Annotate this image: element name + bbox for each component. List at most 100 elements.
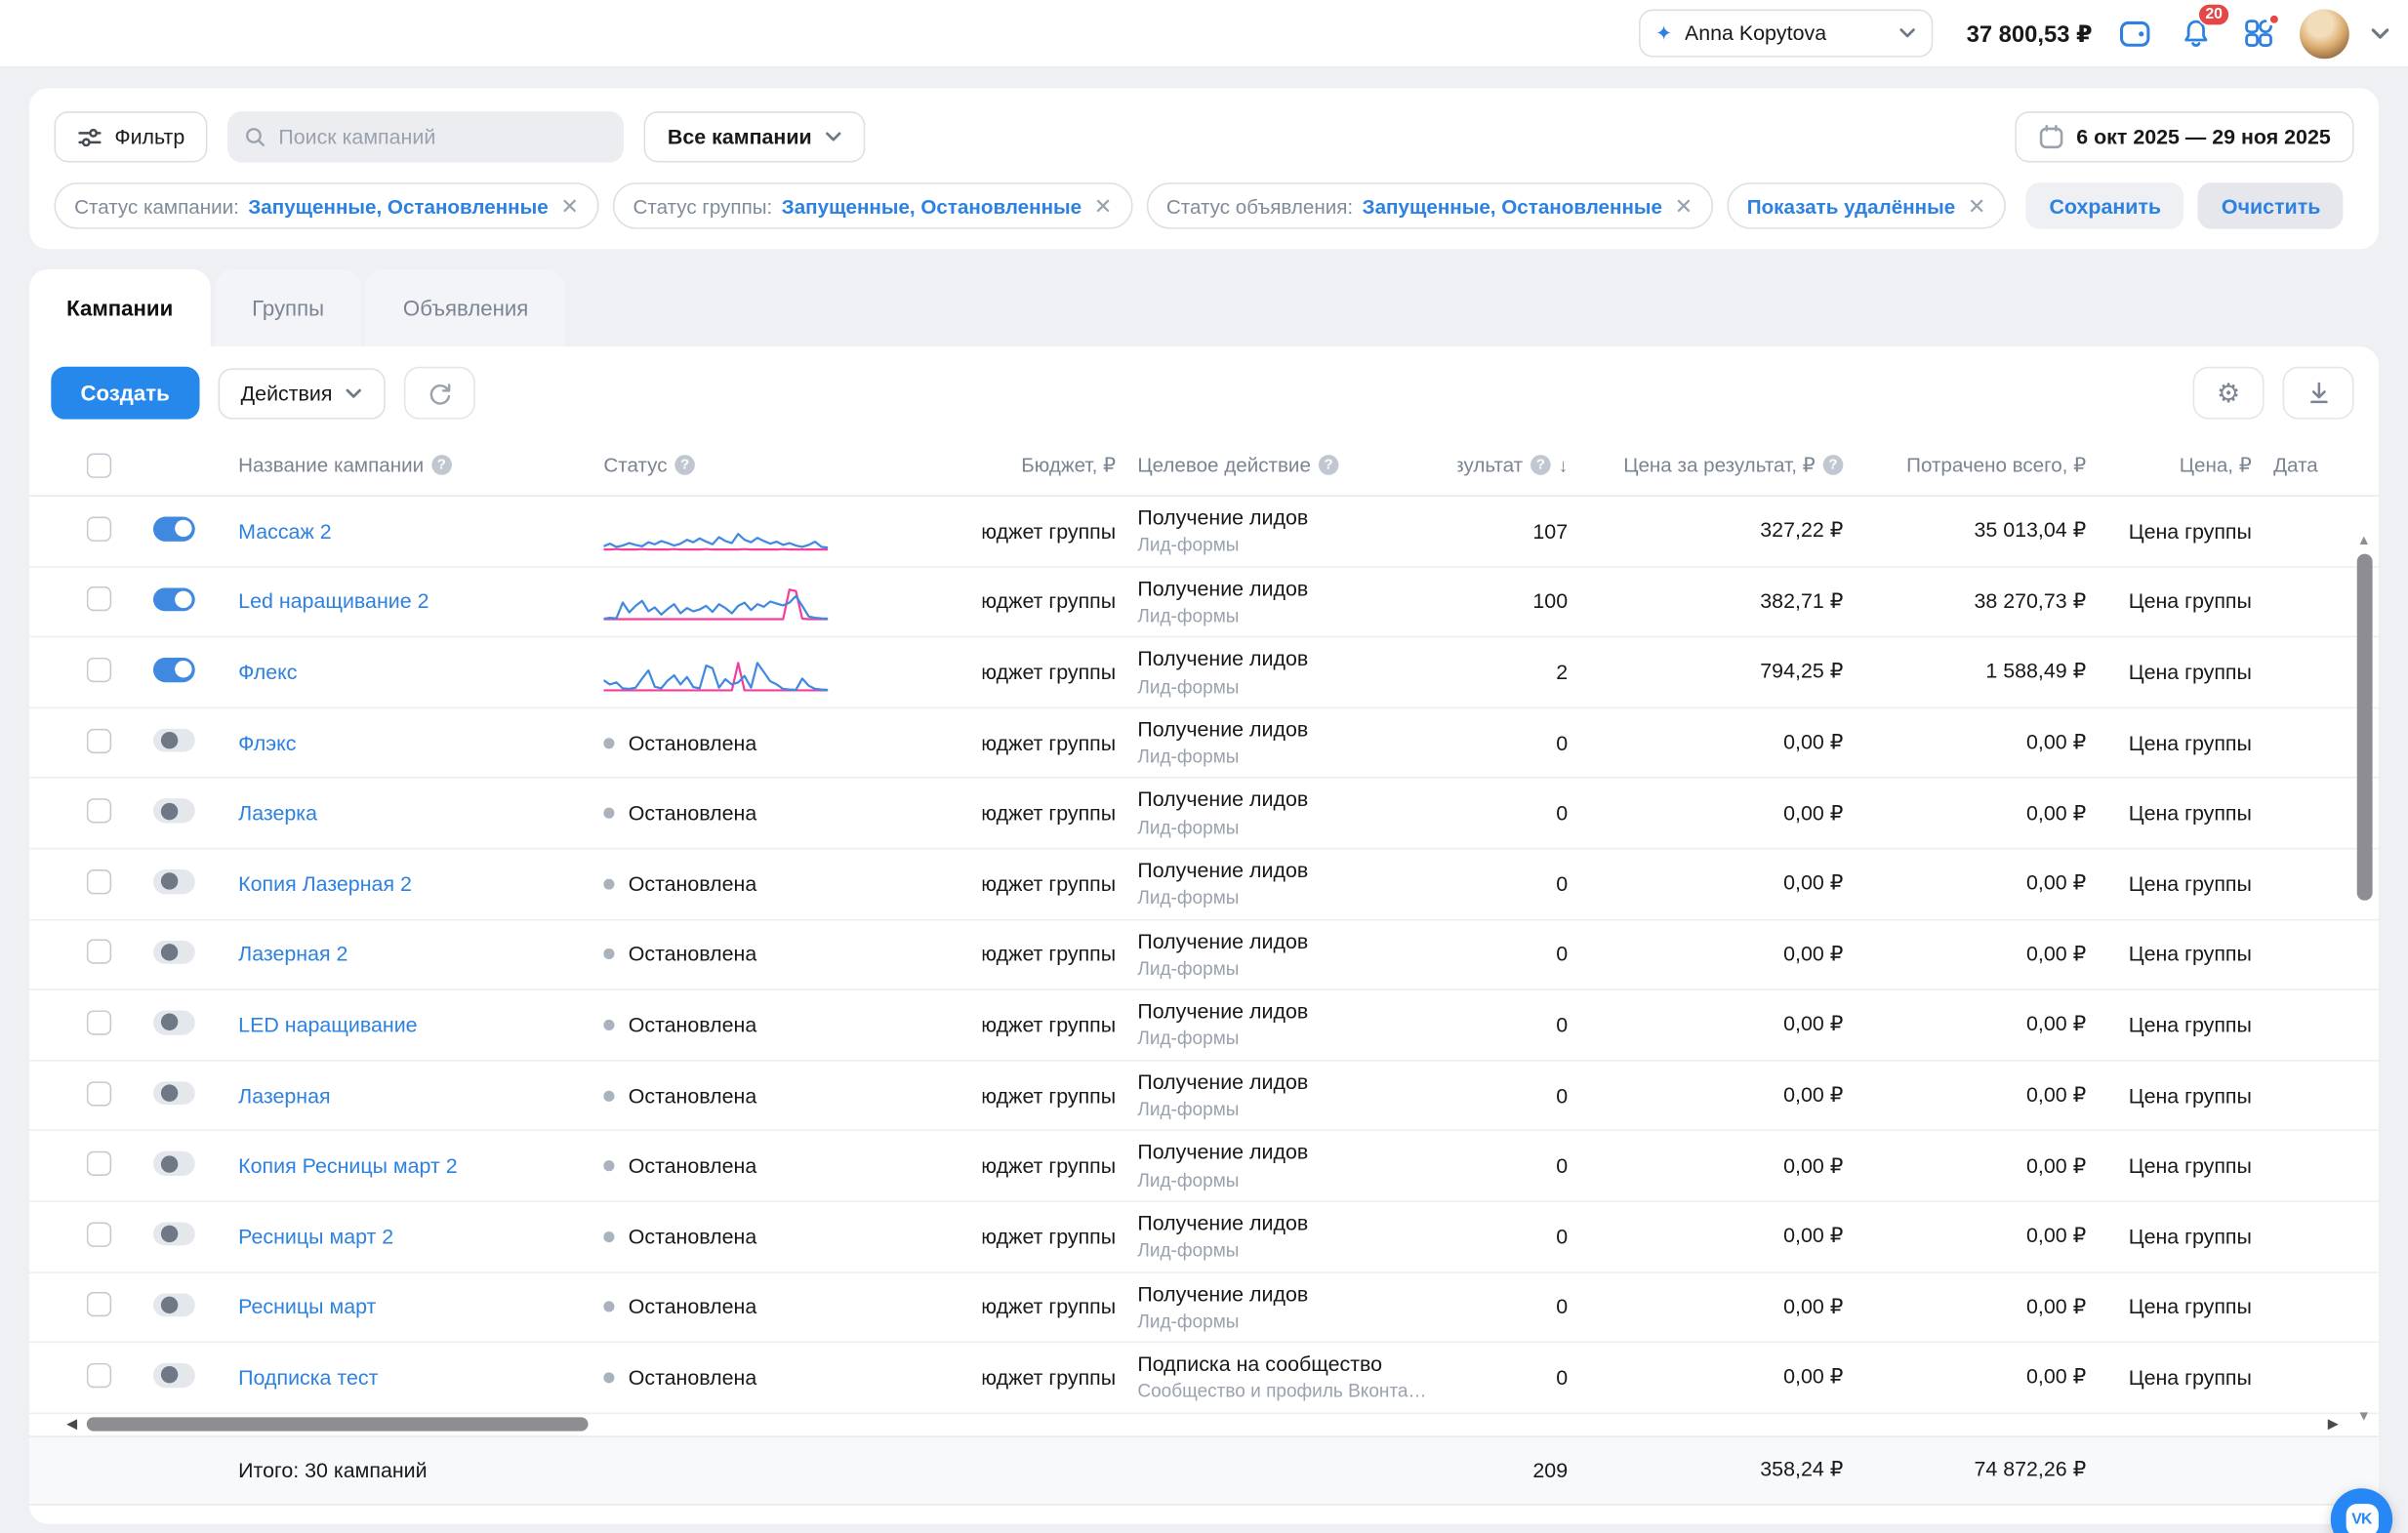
status-dot-icon <box>603 738 614 748</box>
profile-chevron-icon[interactable] <box>2371 27 2389 40</box>
budget-value: Бюджет группы <box>983 1013 1116 1036</box>
scroll-left-icon[interactable]: ◀ <box>66 1415 77 1432</box>
row-checkbox[interactable] <box>87 798 111 823</box>
campaign-name-link[interactable]: Массаж 2 <box>238 519 331 543</box>
price-value: Цена группы <box>2107 1013 2273 1036</box>
date-range-button[interactable]: 6 окт 2025 — 29 ноя 2025 <box>2015 111 2354 162</box>
campaign-name-link[interactable]: Ресницы март <box>238 1296 376 1319</box>
horizontal-scroll-thumb[interactable] <box>87 1417 589 1431</box>
row-checkbox[interactable] <box>87 1292 111 1316</box>
chevron-down-icon <box>1898 28 1915 39</box>
scope-dropdown[interactable]: Все кампании <box>644 111 864 162</box>
account-switcher[interactable]: ✦ Anna Kopytova <box>1638 10 1932 58</box>
status-dot-icon <box>603 1160 614 1171</box>
row-checkbox[interactable] <box>87 1363 111 1388</box>
goal-cell: Получение лидов Лид-формы <box>1137 575 1457 628</box>
save-filters-button[interactable]: Сохранить <box>2026 182 2184 229</box>
campaign-name-link[interactable]: Ресницы март 2 <box>238 1225 393 1248</box>
search-input[interactable] <box>278 125 607 148</box>
campaign-name-link[interactable]: Копия Лазерная 2 <box>238 872 412 896</box>
campaign-name-link[interactable]: Лазерка <box>238 802 317 826</box>
campaign-name-link[interactable]: Флэкс <box>238 731 296 754</box>
question-icon[interactable]: ? <box>1823 455 1844 475</box>
create-button[interactable]: Создать <box>51 367 199 420</box>
status-toggle[interactable] <box>153 869 195 894</box>
notifications-button[interactable]: 20 <box>2176 13 2216 53</box>
status-toggle[interactable] <box>153 1151 195 1176</box>
row-checkbox[interactable] <box>87 516 111 541</box>
status-toggle[interactable] <box>153 587 195 612</box>
sort-desc-icon[interactable]: ↓ <box>1559 454 1569 475</box>
status-toggle[interactable] <box>153 940 195 964</box>
close-icon[interactable]: ✕ <box>1675 192 1694 219</box>
campaign-name-link[interactable]: LED наращивание <box>238 1013 417 1036</box>
campaign-name-link[interactable]: Лазерная <box>238 1084 330 1108</box>
actions-dropdown[interactable]: Действия <box>218 368 385 419</box>
goal-action: Получение лидов <box>1137 998 1457 1027</box>
question-icon[interactable]: ? <box>1319 455 1339 475</box>
row-checkbox[interactable] <box>87 658 111 682</box>
tab-campaigns[interactable]: Кампании <box>29 269 210 346</box>
page: ✦ Anna Kopytova 37 800,53 ₽ 20 <box>0 0 2408 1533</box>
table-row: Лазерка Остановлена Бюджет группы Получе… <box>29 779 2379 849</box>
status-toggle[interactable] <box>153 728 195 752</box>
goal-cell: Получение лидов Лид-формы <box>1137 504 1457 558</box>
apps-notification-dot <box>2268 13 2279 23</box>
select-all-checkbox[interactable] <box>87 453 111 477</box>
filter-chip-campaign-status[interactable]: Статус кампании: Запущенные, Остановленн… <box>54 182 598 229</box>
filter-chip-ad-status[interactable]: Статус объявления: Запущенные, Остановле… <box>1146 182 1713 229</box>
sparkline-holder <box>603 655 982 695</box>
result-value: 0 <box>1458 1225 1590 1248</box>
wallet-button[interactable] <box>2114 13 2154 53</box>
scroll-down-icon[interactable]: ▼ <box>2357 1408 2371 1424</box>
campaign-name-link[interactable]: Лазерная 2 <box>238 943 347 966</box>
row-checkbox[interactable] <box>87 728 111 752</box>
close-icon[interactable]: ✕ <box>1094 192 1113 219</box>
tab-groups[interactable]: Группы <box>215 269 361 346</box>
export-button[interactable] <box>2283 367 2354 420</box>
status-toggle[interactable] <box>153 517 195 542</box>
row-checkbox[interactable] <box>87 587 111 612</box>
scroll-right-icon[interactable]: ▶ <box>2328 1415 2339 1432</box>
table-settings-button[interactable]: ⚙ <box>2193 367 2265 420</box>
campaign-name-link[interactable]: Флекс <box>238 661 297 684</box>
campaign-name-link[interactable]: Подписка тест <box>238 1366 378 1390</box>
row-checkbox[interactable] <box>87 1010 111 1034</box>
close-icon[interactable]: ✕ <box>1968 192 1986 219</box>
avatar[interactable] <box>2300 9 2349 59</box>
cost-per-result-value: 0,00 ₽ <box>1589 1083 1864 1108</box>
goal-action: Получение лидов <box>1137 716 1457 745</box>
close-icon[interactable]: ✕ <box>560 192 579 219</box>
status-toggle[interactable] <box>153 799 195 824</box>
tab-ads[interactable]: Объявления <box>366 269 566 346</box>
row-checkbox[interactable] <box>87 1081 111 1106</box>
campaign-name-link[interactable]: Копия Ресницы март 2 <box>238 1154 457 1178</box>
spent-value: 0,00 ₽ <box>1865 1225 2108 1249</box>
status-toggle[interactable] <box>153 658 195 682</box>
status-toggle[interactable] <box>153 1223 195 1247</box>
refresh-button[interactable] <box>403 367 474 420</box>
row-checkbox[interactable] <box>87 940 111 964</box>
question-icon[interactable]: ? <box>1531 455 1551 475</box>
filter-button[interactable]: Фильтр <box>54 111 208 162</box>
scroll-up-icon[interactable]: ▲ <box>2357 532 2371 547</box>
question-icon[interactable]: ? <box>674 455 695 475</box>
status-toggle[interactable] <box>153 1363 195 1388</box>
status-toggle[interactable] <box>153 1293 195 1317</box>
filter-chip-show-deleted[interactable]: Показать удалённые ✕ <box>1727 182 2006 229</box>
status-toggle[interactable] <box>153 1081 195 1106</box>
apps-grid-button[interactable] <box>2238 13 2278 53</box>
question-icon[interactable]: ? <box>431 455 452 475</box>
filter-chip-group-status[interactable]: Статус группы: Запущенные, Остановленные… <box>613 182 1132 229</box>
table-row: Флекс Бюджет группы Получение лидов Лид-… <box>29 638 2379 708</box>
campaign-name-link[interactable]: Led наращивание 2 <box>238 590 429 614</box>
result-value: 0 <box>1458 802 1590 826</box>
status-stopped: Остановлена <box>603 802 982 826</box>
vertical-scrollbar: ▲ ▼ <box>2355 532 2374 1502</box>
vertical-scroll-thumb[interactable] <box>2357 554 2373 901</box>
row-checkbox[interactable] <box>87 1222 111 1246</box>
row-checkbox[interactable] <box>87 1151 111 1176</box>
row-checkbox[interactable] <box>87 869 111 894</box>
status-toggle[interactable] <box>153 1011 195 1035</box>
clear-filters-button[interactable]: Очистить <box>2198 182 2344 229</box>
